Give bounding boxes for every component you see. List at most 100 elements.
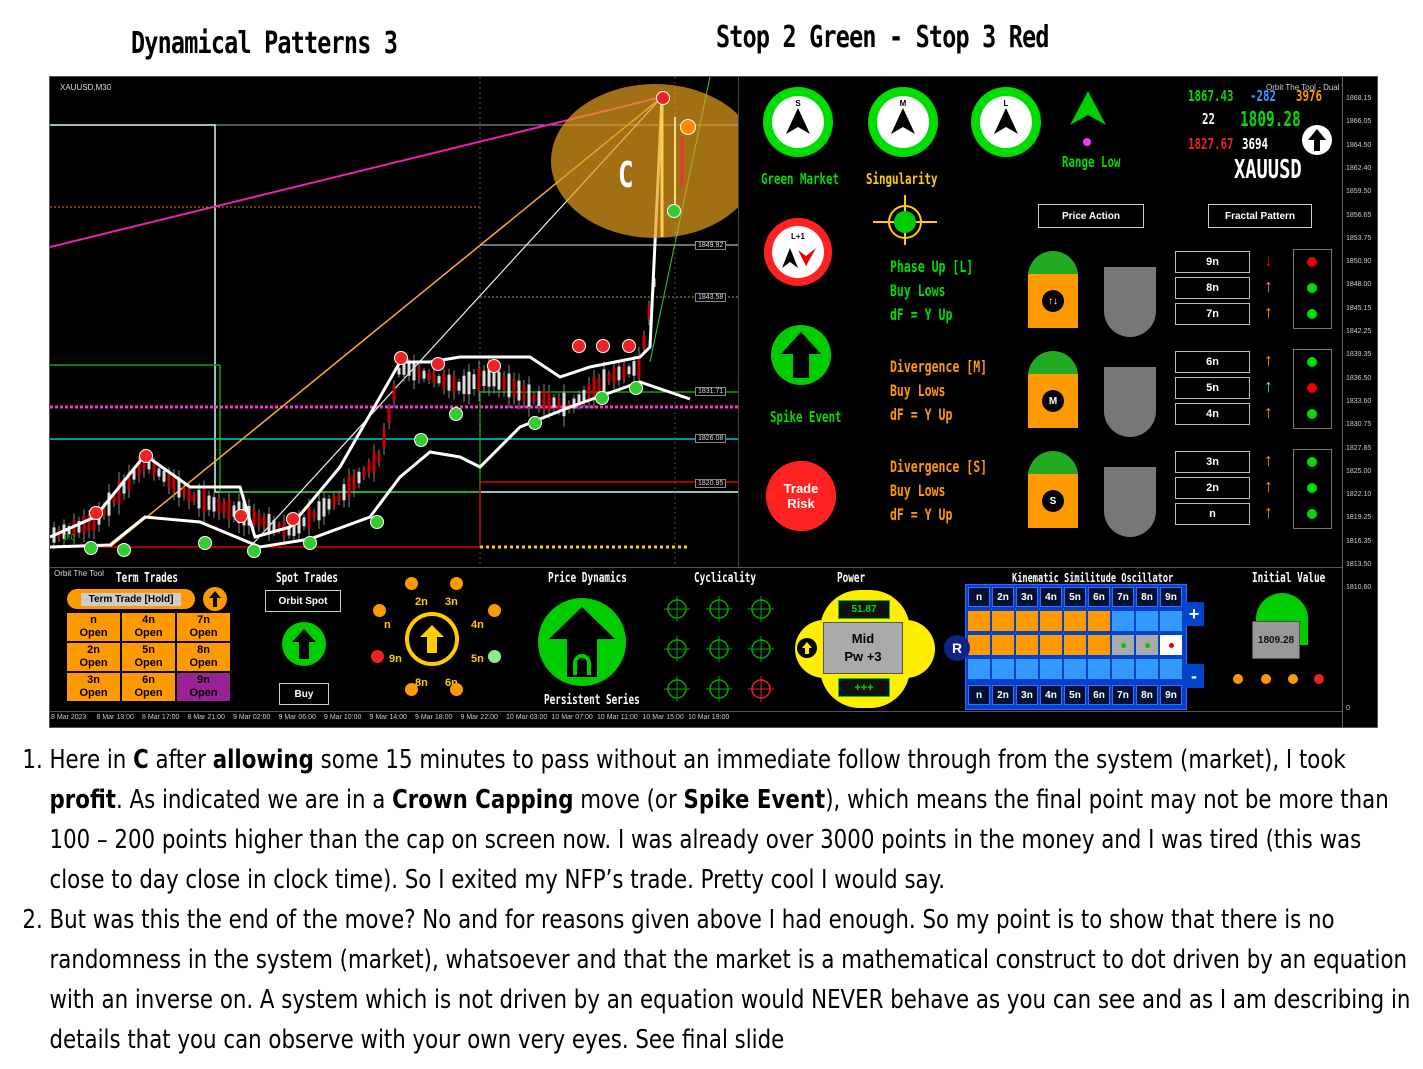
candle-body	[437, 376, 441, 384]
time-tick: 8 Mar 2023	[51, 714, 87, 721]
term-cell[interactable]: n Open	[67, 613, 120, 641]
n-box[interactable]: 6n	[1175, 351, 1250, 373]
candle-body	[322, 498, 326, 517]
candle-body	[522, 385, 526, 402]
kso-header: 5n	[1064, 587, 1086, 607]
n-box[interactable]: n	[1175, 503, 1250, 525]
kso-footer: 8n	[1136, 685, 1158, 705]
candle-body	[162, 470, 166, 482]
term-cell[interactable]: 4n Open	[122, 613, 175, 641]
spike-event-label: Spike Event	[770, 408, 842, 426]
compass-s[interactable]: S	[763, 87, 833, 157]
n-box[interactable]: 3n	[1175, 451, 1250, 473]
note-text: But was this the end of the move? No and…	[49, 905, 1411, 1055]
kso-cell	[1040, 635, 1062, 655]
term-up-arrow-icon[interactable]	[203, 587, 227, 611]
n-box[interactable]: 7n	[1175, 303, 1250, 325]
kso-r-button[interactable]: R	[944, 635, 970, 661]
quote-v4: 22	[1202, 110, 1216, 128]
note-text: Crown Capping	[392, 785, 574, 815]
chart-red-marker	[286, 512, 300, 526]
power-value: 51.87	[838, 600, 890, 619]
term-cell-n: 2n	[87, 644, 100, 656]
cyclicality-crosshair-icon	[748, 636, 774, 662]
spike-event-button[interactable]	[771, 325, 831, 385]
candle-body	[467, 371, 471, 395]
candle-body	[517, 380, 521, 401]
cycle-up-arrow-icon	[420, 625, 444, 653]
fractal-pattern-button[interactable]: Fractal Pattern	[1208, 204, 1312, 228]
candle-body	[477, 368, 481, 391]
n-box[interactable]: 8n	[1175, 277, 1250, 299]
cyclicality-crosshair-icon	[706, 596, 732, 622]
trade-risk-button[interactable]: Trade Risk	[766, 461, 836, 531]
term-cell[interactable]: 6n Open	[122, 673, 175, 701]
candle-body	[542, 390, 546, 409]
n-box[interactable]: 9n	[1175, 251, 1250, 273]
spot-up-arrow-icon[interactable]	[282, 622, 326, 666]
term-cell[interactable]: 2n Open	[67, 643, 120, 671]
price-tick: 1819.25	[1346, 514, 1372, 522]
candle-body	[307, 506, 311, 529]
term-cell[interactable]: 7n Open	[177, 613, 230, 641]
kso-cell	[1064, 611, 1086, 631]
time-tick: 9 Mar 10:00	[324, 714, 362, 721]
candle-body	[527, 384, 531, 407]
candle-body	[367, 462, 371, 473]
candle-body	[377, 452, 381, 463]
cycle-center[interactable]	[405, 612, 459, 666]
price-chart[interactable]	[50, 77, 738, 567]
cyclicality-crosshair-icon	[706, 676, 732, 702]
price-tick: 1868.15	[1346, 95, 1372, 102]
compass-arrow-icon	[891, 108, 915, 134]
kso-header: 9n	[1160, 587, 1182, 607]
kso-cell	[1112, 659, 1134, 679]
price-action-button[interactable]: Price Action	[1038, 204, 1144, 228]
candle-body	[397, 367, 401, 375]
kso-minus-button[interactable]: -	[1184, 664, 1204, 688]
lplus1-button[interactable]: L+1	[764, 218, 832, 286]
note-text: after	[148, 745, 213, 775]
quote-v1: 1867.43	[1188, 87, 1234, 105]
term-trade-hold-pill[interactable]: Term Trade [Hold]	[67, 589, 195, 609]
compass-l[interactable]: L	[971, 87, 1041, 157]
price-tick: 1839.35	[1346, 351, 1372, 359]
up-arrow-icon[interactable]	[1302, 125, 1332, 155]
cycle-label: n	[384, 619, 391, 631]
orbit-spot-button[interactable]: Orbit Spot	[265, 590, 341, 612]
candle-body	[157, 468, 161, 477]
candle-body	[262, 516, 266, 527]
n-box[interactable]: 2n	[1175, 477, 1250, 499]
block-line: Buy Lows	[890, 381, 946, 400]
kso-cell	[992, 611, 1014, 631]
term-cell[interactable]: 5n Open	[122, 643, 175, 671]
block-tombstone	[1104, 467, 1156, 537]
iv-dot-2	[1261, 674, 1271, 684]
term-cell[interactable]: 8n Open	[177, 643, 230, 671]
term-cell-n: 9n	[197, 674, 210, 686]
power-mid-label: Mid	[851, 631, 875, 646]
candle-body	[207, 495, 211, 510]
buy-button[interactable]: Buy	[279, 683, 329, 705]
term-cell[interactable]: 3n Open	[67, 673, 120, 701]
power-label: Power	[837, 571, 866, 586]
kso-plus-button[interactable]: +	[1184, 602, 1204, 626]
persistent-series-icon[interactable]	[538, 598, 626, 686]
cycle-label: 2n	[415, 596, 428, 608]
n-box[interactable]: 5n	[1175, 377, 1250, 399]
term-cell-status: Open	[134, 657, 163, 669]
note-text: Here in	[49, 745, 134, 775]
candle-body	[357, 471, 361, 484]
term-cell[interactable]: 9n Open	[177, 673, 230, 701]
price-tick: 1822.10	[1346, 491, 1372, 499]
chart-red-marker	[139, 449, 153, 463]
chart-red-marker	[394, 351, 408, 365]
range-low-arrow-icon	[1070, 91, 1106, 125]
chart-green-marker	[629, 381, 643, 395]
cyclicality-crosshair-icon	[664, 636, 690, 662]
compass-m[interactable]: M	[868, 87, 938, 157]
candle-body	[447, 374, 451, 391]
page-title-right: Stop 2 Green - Stop 3 Red	[716, 20, 1049, 55]
price-tick: 1825.00	[1346, 467, 1372, 475]
n-box[interactable]: 4n	[1175, 403, 1250, 425]
